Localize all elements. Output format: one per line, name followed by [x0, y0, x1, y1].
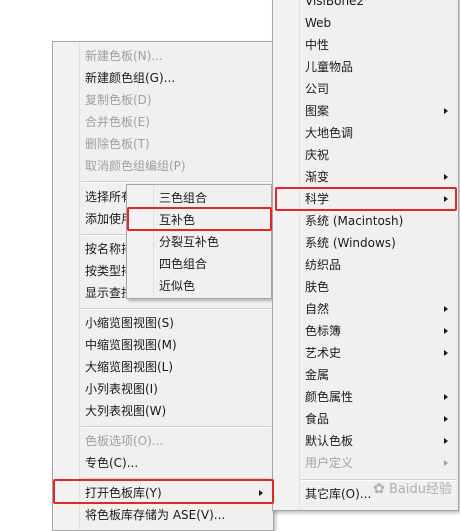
- submenu-arrow-icon: [444, 460, 448, 466]
- menu-item-label: 图案: [305, 104, 330, 118]
- highlight-box-science: [275, 187, 457, 211]
- menu-item-merge-swatches: 合并色板(E): [85, 115, 150, 129]
- menu-item-delete-swatch: 删除色板(T): [85, 137, 150, 151]
- menu-item-library-earthtone[interactable]: 大地色调: [273, 122, 458, 144]
- menu-item-library-web[interactable]: Web: [273, 12, 458, 34]
- submenu-arrow-icon: [444, 416, 448, 422]
- watermark: ✿ Baidu经验: [373, 478, 452, 497]
- menu-separator: [81, 181, 271, 183]
- submenu-arrow-icon: [444, 306, 448, 312]
- submenu-arrow-icon: [444, 174, 448, 180]
- submenu-arrow-icon: [444, 328, 448, 334]
- menu-item-label: 颜色属性: [305, 390, 354, 404]
- menu-item-library-color-properties[interactable]: 颜色属性: [273, 386, 458, 408]
- menu-item-label: 色标簿: [305, 324, 342, 338]
- menu-item-library-default-swatches[interactable]: 默认色板: [273, 430, 458, 452]
- menu-item-label: 用户定义: [305, 456, 354, 470]
- menu-item-small-list-view[interactable]: 小列表视图(I): [53, 378, 273, 400]
- menu-separator: [81, 426, 271, 428]
- menu-item-tetrad[interactable]: 四色组合: [127, 253, 271, 275]
- menu-item-library-foods[interactable]: 食品: [273, 408, 458, 430]
- menu-item-library-skin-tones[interactable]: 肤色: [273, 276, 458, 298]
- submenu-arrow-icon: [444, 350, 448, 356]
- menu-item-save-library-ase[interactable]: 将色板库存储为 ASE(V)...: [53, 504, 273, 526]
- menu-item-library-user-defined: 用户定义: [273, 452, 458, 474]
- menu-item-library-textiles[interactable]: 纺织品: [273, 254, 458, 276]
- menu-item-label: 艺术史: [305, 346, 342, 360]
- watermark-text: Baidu经验: [389, 482, 452, 497]
- menu-item-library-system-windows[interactable]: 系统 (Windows): [273, 232, 458, 254]
- menu-item-large-thumbnail-view[interactable]: 大缩览图视图(L): [53, 356, 273, 378]
- menu-item-library-neutral[interactable]: 中性: [273, 34, 458, 56]
- submenu-arrow-icon: [444, 394, 448, 400]
- menu-item-label: 食品: [305, 412, 330, 426]
- menu-item-spot-colors[interactable]: 专色(C)...: [53, 452, 273, 474]
- highlight-box-complementary: [127, 207, 272, 231]
- menu-item-library-gradients[interactable]: 渐变: [273, 166, 458, 188]
- submenu-arrow-icon: [444, 438, 448, 444]
- menu-item-library-visibone2[interactable]: VisiBone2: [273, 0, 458, 12]
- menu-item-library-patterns[interactable]: 图案: [273, 100, 458, 122]
- swatch-library-submenu: VisiBone2 Web 中性 儿童物品 公司 图案 大地色调 庆祝 渐变 科…: [272, 0, 459, 511]
- menu-item-label: 渐变: [305, 170, 330, 184]
- menu-item-duplicate-swatch: 复制色板(D): [85, 93, 152, 107]
- menu-item-library-corporate[interactable]: 公司: [273, 78, 458, 100]
- menu-item-library-art-history[interactable]: 艺术史: [273, 342, 458, 364]
- menu-item-library-metal[interactable]: 金属: [273, 364, 458, 386]
- color-harmony-submenu: 三色组合 互补色 分裂互补色 四色组合 近似色: [126, 184, 272, 299]
- menu-item-library-kids-stuff[interactable]: 儿童物品: [273, 56, 458, 78]
- menu-item-small-thumbnail-view[interactable]: 小缩览图视图(S): [53, 312, 273, 334]
- menu-item-analogous[interactable]: 近似色: [127, 275, 271, 297]
- menu-item-triad[interactable]: 三色组合: [127, 187, 271, 209]
- menu-item-library-nature[interactable]: 自然: [273, 298, 458, 320]
- menu-item-large-list-view[interactable]: 大列表视图(W): [53, 400, 273, 422]
- highlight-box-open-swatch-library: [53, 479, 274, 504]
- submenu-arrow-icon: [444, 108, 448, 114]
- menu-item-label: 自然: [305, 302, 330, 316]
- menu-item-new-swatch: 新建色板(N)...: [85, 49, 163, 63]
- menu-item-library-color-books[interactable]: 色标簿: [273, 320, 458, 342]
- menu-item-swatch-options: 色板选项(O)...: [85, 434, 164, 448]
- menu-item-label: 默认色板: [305, 434, 354, 448]
- menu-item-split-complementary[interactable]: 分裂互补色: [127, 231, 271, 253]
- paw-icon: ✿: [373, 481, 385, 497]
- menu-item-ungroup-color-group: 取消颜色组编组(P): [85, 159, 186, 173]
- menu-item-medium-thumbnail-view[interactable]: 中缩览图视图(M): [53, 334, 273, 356]
- menu-item-new-color-group[interactable]: 新建颜色组(G)...: [53, 67, 273, 89]
- menu-item-library-system-macintosh[interactable]: 系统 (Macintosh): [273, 210, 458, 232]
- menu-item-library-celebration[interactable]: 庆祝: [273, 144, 458, 166]
- menu-separator: [81, 308, 271, 310]
